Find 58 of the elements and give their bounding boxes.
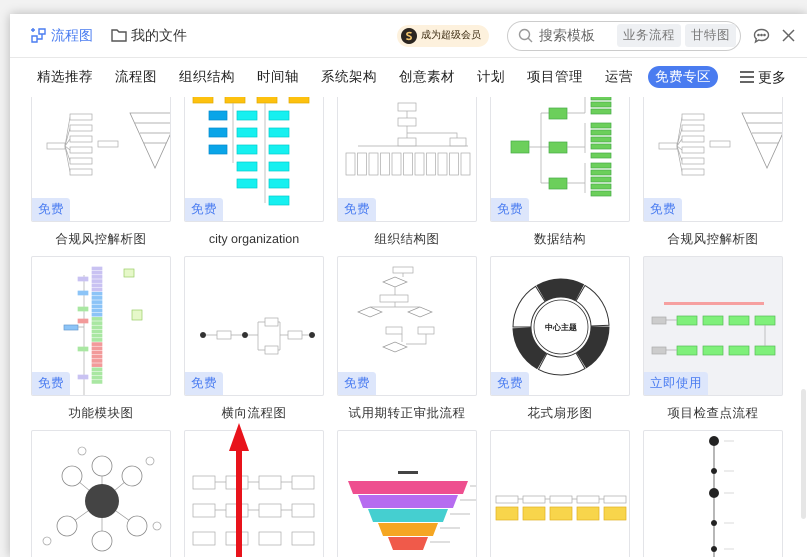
template-card[interactable]: 免费 bbox=[184, 97, 324, 222]
template-card[interactable]: 免费 bbox=[337, 97, 477, 222]
category-tab[interactable]: 时间轴 bbox=[250, 66, 306, 88]
template-card[interactable]: 免费 bbox=[337, 256, 477, 396]
template-title: 合规风控解析图 bbox=[668, 232, 758, 246]
category-tab[interactable]: 计划 bbox=[470, 66, 512, 88]
search-tag[interactable]: 业务流程 bbox=[617, 24, 681, 47]
template-card[interactable]: 立即使用 bbox=[643, 256, 783, 396]
more-button[interactable]: 更多 bbox=[734, 66, 792, 88]
category-tab[interactable]: 免费专区 bbox=[648, 66, 718, 88]
template-card[interactable] bbox=[31, 430, 171, 557]
template-card[interactable]: 免费 bbox=[31, 97, 171, 222]
chat-icon[interactable] bbox=[753, 28, 770, 44]
template-card[interactable]: 免费 bbox=[31, 256, 171, 396]
flowchart-icon bbox=[30, 27, 47, 44]
free-tag: 免费 bbox=[644, 198, 682, 221]
category-tab[interactable]: 系统架构 bbox=[314, 66, 384, 88]
close-icon[interactable] bbox=[782, 29, 795, 42]
free-tag: 免费 bbox=[32, 198, 70, 221]
header-tab[interactable]: 我的文件 bbox=[111, 25, 187, 46]
category-tab[interactable]: 流程图 bbox=[108, 66, 164, 88]
vip-logo-icon bbox=[401, 28, 417, 44]
free-tag: 免费 bbox=[185, 198, 223, 221]
use-now-button[interactable]: 立即使用 bbox=[644, 372, 708, 395]
template-title: 横向流程图 bbox=[222, 406, 286, 420]
search-tag[interactable]: 甘特图 bbox=[685, 24, 736, 47]
template-title: 数据结构 bbox=[534, 232, 586, 246]
free-tag: 免费 bbox=[185, 372, 223, 395]
template-card[interactable]: 免费 bbox=[490, 97, 630, 222]
menu-icon bbox=[740, 71, 754, 83]
template-title: city organization bbox=[208, 232, 300, 246]
free-tag: 免费 bbox=[32, 372, 70, 395]
scrollbar[interactable] bbox=[801, 389, 806, 519]
category-tab[interactable]: 项目管理 bbox=[520, 66, 590, 88]
template-card[interactable]: 中心主题 免费 bbox=[490, 256, 630, 396]
free-tag: 免费 bbox=[338, 198, 376, 221]
template-card[interactable]: 免费 bbox=[184, 256, 324, 396]
vip-button[interactable]: 成为超级会员 bbox=[397, 24, 489, 46]
free-tag: 免费 bbox=[491, 198, 529, 221]
category-tab[interactable]: 精选推荐 bbox=[30, 66, 100, 88]
category-tab[interactable]: 运营 bbox=[598, 66, 640, 88]
search-icon bbox=[518, 28, 533, 43]
header-tab[interactable]: 流程图 bbox=[30, 25, 93, 46]
template-card[interactable] bbox=[184, 430, 324, 557]
diagram-caption: 中心主题 bbox=[545, 323, 577, 332]
template-title: 花式扇形图 bbox=[528, 406, 592, 420]
free-tag: 免费 bbox=[338, 372, 376, 395]
template-title: 功能模块图 bbox=[68, 406, 134, 420]
template-title: 项目检查点流程 bbox=[668, 406, 758, 420]
template-card[interactable]: 免费 bbox=[643, 97, 783, 222]
template-title: 合规风控解析图 bbox=[56, 232, 146, 246]
free-tag: 免费 bbox=[491, 372, 529, 395]
category-tab[interactable]: 组织结构 bbox=[172, 66, 242, 88]
template-title: 组织结构图 bbox=[374, 232, 440, 246]
template-title: 试用期转正审批流程 bbox=[348, 406, 466, 420]
folder-icon bbox=[111, 28, 127, 43]
search-field[interactable]: 搜索模板 业务流程 甘特图 bbox=[507, 20, 741, 50]
category-tab[interactable]: 创意素材 bbox=[392, 66, 462, 88]
